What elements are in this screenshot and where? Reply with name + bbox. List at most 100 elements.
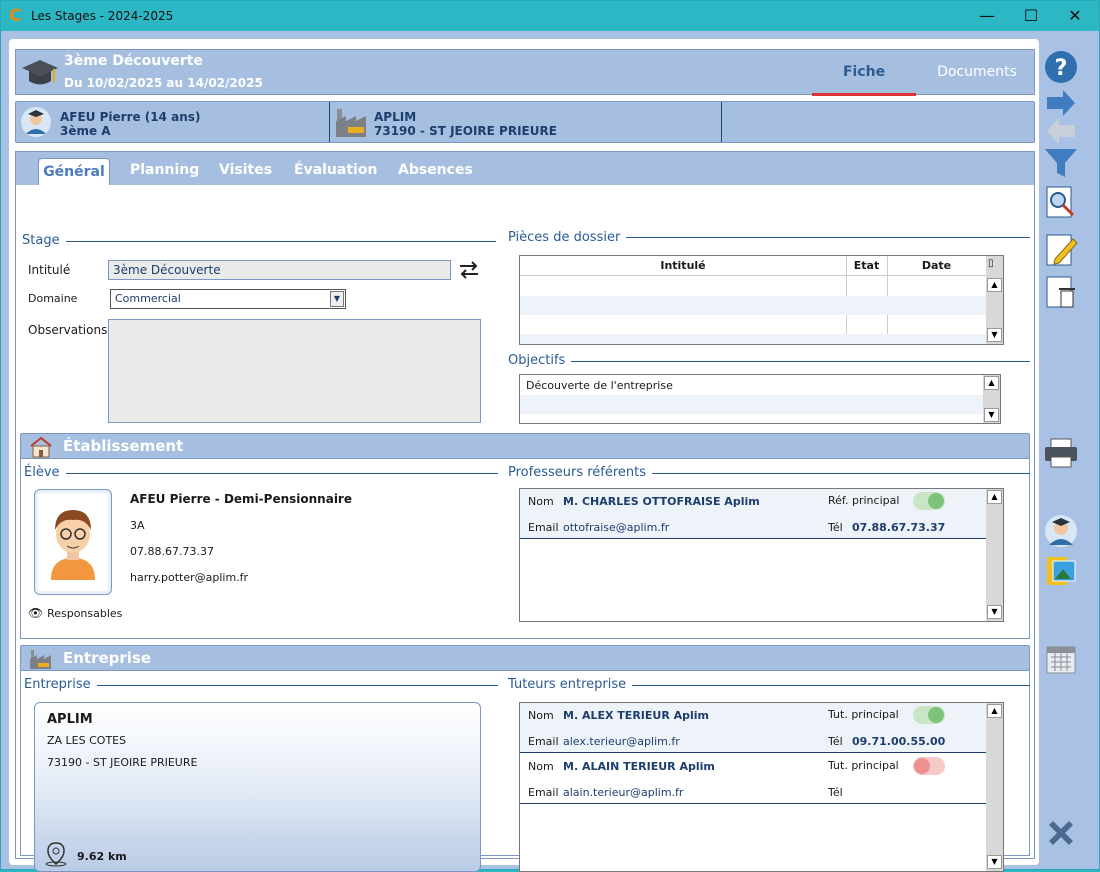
tab-general[interactable]: Général — [38, 158, 110, 188]
swap-icon[interactable] — [458, 259, 480, 281]
student-photo[interactable] — [34, 489, 112, 595]
scroll-down-arrow[interactable]: ▼ — [987, 605, 1002, 619]
divider — [22, 241, 496, 242]
help-icon[interactable]: ? — [1043, 49, 1079, 85]
tab-fiche[interactable]: Fiche — [812, 50, 916, 96]
divider — [721, 102, 722, 142]
tuteur-name: M. ALAIN TERIEUR Aplim — [563, 760, 715, 773]
tuteurs-table: Nom M. ALEX TERIEUR Aplim Tut. principal… — [519, 702, 1004, 872]
scroll-up-arrow[interactable]: ▲ — [987, 490, 1002, 504]
calendar-icon[interactable] — [1043, 641, 1079, 677]
scrollbar[interactable]: ▲ ▼ — [983, 375, 1000, 423]
prof-name: M. CHARLES OTTOFRAISE Aplim — [563, 495, 760, 508]
table-row[interactable]: Nom M. ALAIN TERIEUR Aplim Tut. principa… — [520, 754, 986, 804]
tab-documents[interactable]: Documents — [921, 50, 1033, 96]
domaine-value: Commercial — [115, 292, 181, 305]
table-row[interactable] — [520, 334, 986, 344]
scroll-down-arrow[interactable]: ▼ — [987, 855, 1002, 869]
student-icon[interactable] — [1043, 513, 1079, 549]
company-summary[interactable]: APLIM 73190 - ST JEOIRE PRIEURE — [330, 102, 721, 142]
edit-icon[interactable] — [1043, 231, 1079, 267]
scroll-up-arrow[interactable]: ▲ — [984, 376, 999, 390]
chevron-down-icon[interactable]: ▼ — [330, 291, 344, 307]
info-bar: AFEU Pierre (14 ans) 3ème A APLIM 73190 … — [15, 101, 1035, 143]
close-window-button[interactable]: ✕ — [1055, 5, 1095, 27]
tuteur-phone: 09.71.00.55.00 — [852, 735, 946, 748]
pieces-table: Intitulé Etat Date ▯ ▲ ▼ — [519, 255, 1004, 345]
eleve-group-title: Élève — [24, 465, 66, 480]
stage-group-title: Stage — [22, 233, 66, 248]
entreprise-card[interactable]: APLIM ZA LES COTES 73190 - ST JEOIRE PRI… — [34, 702, 481, 872]
filter-icon[interactable] — [1043, 145, 1079, 181]
tuteur-email: alain.terieur@aplim.fr — [563, 786, 684, 799]
tuteurs-group-title: Tuteurs entreprise — [508, 677, 633, 692]
eleve-email: harry.potter@aplim.fr — [130, 571, 249, 584]
scroll-down-arrow[interactable]: ▼ — [987, 328, 1002, 342]
table-row[interactable] — [520, 296, 986, 315]
nom-label: Nom — [528, 709, 554, 722]
list-item[interactable] — [520, 395, 984, 414]
ref-principal-label: Réf. principal — [828, 494, 900, 507]
tab-bar: Général Planning Visites Évaluation Abse… — [15, 151, 1035, 188]
tab-evaluation[interactable]: Évaluation — [294, 162, 377, 178]
tut-principal-toggle[interactable] — [913, 757, 945, 775]
scrollbar[interactable]: ▯ ▲ ▼ — [986, 256, 1003, 344]
tuteur-name: M. ALEX TERIEUR Aplim — [563, 709, 710, 722]
tut-principal-toggle[interactable] — [913, 706, 945, 724]
stage-header: 3ème Découverte Du 10/02/2025 au 14/02/2… — [15, 49, 1035, 96]
eye-icon: 👁 — [28, 606, 44, 620]
responsables-link[interactable]: 👁 Responsables — [28, 606, 122, 620]
tut-principal-label: Tut. principal — [828, 759, 899, 772]
tab-planning[interactable]: Planning — [130, 162, 199, 178]
column-date[interactable]: Date — [887, 259, 986, 272]
client-area: 3ème Découverte Du 10/02/2025 au 14/02/2… — [9, 39, 1085, 872]
tel-label: Tél — [828, 735, 843, 748]
scroll-down-arrow[interactable]: ▼ — [984, 408, 999, 422]
student-class: 3ème A — [60, 124, 111, 138]
scroll-up-arrow[interactable]: ▲ — [987, 278, 1002, 292]
list-item[interactable]: Découverte de l'entreprise — [526, 379, 673, 392]
pieces-group-title: Pièces de dossier — [508, 230, 627, 245]
company-city: 73190 - ST JEOIRE PRIEURE — [374, 124, 557, 138]
clipboard-icon[interactable]: ▯ — [988, 258, 994, 269]
student-summary[interactable]: AFEU Pierre (14 ans) 3ème A — [16, 102, 329, 142]
scrollbar[interactable]: ▲ ▼ — [986, 703, 1003, 871]
delete-icon[interactable] — [1043, 275, 1079, 311]
column-etat[interactable]: Etat — [846, 259, 887, 272]
window-title: Les Stages - 2024-2025 — [31, 9, 174, 23]
tel-label: Tél — [828, 786, 843, 799]
arrow-left-icon[interactable] — [1043, 113, 1079, 149]
tuteur-email: alex.terieur@aplim.fr — [563, 735, 680, 748]
scroll-up-arrow[interactable]: ▲ — [987, 704, 1002, 718]
nom-label: Nom — [528, 760, 554, 773]
ref-principal-toggle[interactable] — [913, 492, 945, 510]
scrollbar[interactable]: ▲ ▼ — [986, 489, 1003, 621]
entreprise-address: ZA LES COTES — [47, 734, 127, 747]
company-name: APLIM — [374, 110, 417, 124]
tel-label: Tél — [828, 521, 843, 534]
observations-textarea[interactable] — [108, 319, 481, 423]
table-row[interactable]: Nom M. ALEX TERIEUR Aplim Tut. principal… — [520, 703, 986, 753]
minimize-button[interactable]: — — [967, 5, 1007, 27]
entreprise-city: 73190 - ST JEOIRE PRIEURE — [47, 756, 198, 769]
maximize-button[interactable]: ☐ — [1011, 5, 1051, 27]
tab-visites[interactable]: Visites — [219, 162, 272, 178]
stage-title: 3ème Découverte — [64, 53, 203, 69]
gallery-icon[interactable] — [1043, 553, 1079, 589]
title-bar: C Les Stages - 2024-2025 — ☐ ✕ — [1, 1, 1099, 31]
intitule-input[interactable]: 3ème Découverte — [108, 260, 451, 280]
column-intitule[interactable]: Intitulé — [520, 259, 846, 272]
profs-table: Nom M. CHARLES OTTOFRAISE Aplim Réf. pri… — [519, 488, 1004, 622]
table-row[interactable]: Nom M. CHARLES OTTOFRAISE Aplim Réf. pri… — [520, 489, 986, 539]
close-icon[interactable] — [1043, 815, 1079, 851]
student-avatar-icon — [21, 107, 51, 137]
tab-absences[interactable]: Absences — [398, 162, 473, 178]
print-icon[interactable] — [1043, 435, 1079, 471]
student-name: AFEU Pierre (14 ans) — [60, 110, 201, 124]
divider — [508, 361, 1030, 362]
etablissement-header: Établissement — [20, 433, 1030, 459]
domaine-select[interactable]: Commercial ▼ — [110, 289, 346, 309]
observations-label: Observations — [28, 323, 108, 337]
search-icon[interactable] — [1043, 185, 1079, 221]
objectifs-list: Découverte de l'entreprise ▲ ▼ — [519, 374, 1001, 424]
